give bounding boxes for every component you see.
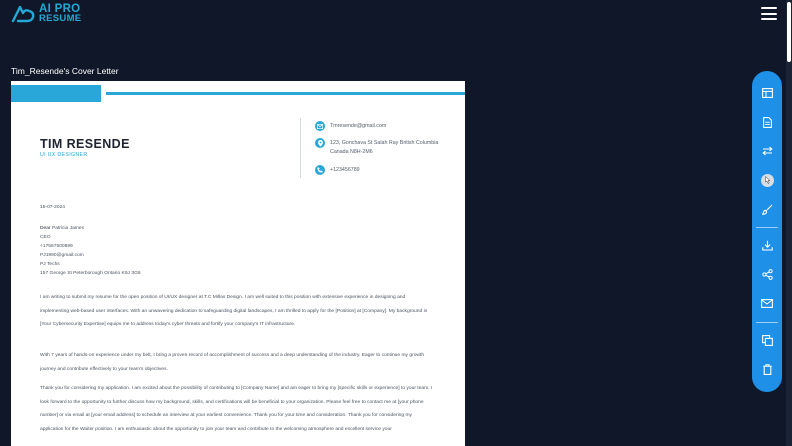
- location-icon: [315, 138, 325, 148]
- letter-paragraph-1: I am writing to submit my resume for the…: [40, 295, 428, 328]
- copy-icon[interactable]: [759, 332, 775, 348]
- recipient-name: Patricia James: [51, 226, 85, 231]
- swap-icon[interactable]: [759, 143, 775, 159]
- app-logo[interactable]: AI PRO RESUME: [10, 3, 81, 25]
- cover-letter-preview: TIM RESENDE UI UX DESIGNER Tmresende@gma…: [11, 81, 465, 446]
- menu-icon[interactable]: [761, 7, 777, 20]
- toolbar-divider: [756, 227, 778, 228]
- contact-email-text: Tmresende@gmail.com: [330, 123, 387, 129]
- layout-icon[interactable]: [759, 85, 775, 101]
- logo-text-line2: RESUME: [39, 13, 82, 24]
- recipient-title: CEO: [40, 235, 51, 240]
- header-divider: [300, 118, 301, 178]
- applicant-name: TIM RESENDE: [40, 137, 130, 151]
- brush-icon[interactable]: [759, 201, 775, 217]
- contact-phone-text: +123456789: [330, 167, 360, 173]
- phone-icon: [315, 165, 325, 175]
- recipient-address: 157 George St Peterborough Ontario K9J 3…: [40, 271, 141, 276]
- recipient-salutation: Dear Patricia James: [40, 224, 435, 233]
- contact-phone: +123456789: [315, 165, 440, 175]
- letter-paragraph-2: With 7 years of hands-on experience unde…: [40, 353, 425, 372]
- header-accent-block: [11, 85, 101, 102]
- document-icon[interactable]: [759, 114, 775, 130]
- contact-address: 123, Gonchava St Salah Ray British Colum…: [315, 138, 440, 157]
- document-title: Tim_Resende's Cover Letter: [11, 66, 119, 76]
- contact-address-text: 123, Gonchava St Salah Ray British Colum…: [330, 140, 439, 155]
- scrollbar-thumb[interactable]: [787, 2, 791, 62]
- logo-cloud-icon: [11, 5, 35, 23]
- salutation-prefix: Dear: [40, 226, 51, 231]
- email-icon[interactable]: [759, 295, 775, 311]
- delete-icon[interactable]: [759, 361, 775, 377]
- letter-paragraph-3: Thank you for considering my application…: [40, 386, 433, 433]
- applicant-role: UI UX DESIGNER: [40, 152, 88, 158]
- letter-date: 15-07-2024: [40, 205, 66, 210]
- recipient-email: PJ1990@gmail.com: [40, 253, 84, 258]
- download-icon[interactable]: [759, 237, 775, 253]
- recipient-company: PJ Techs: [40, 262, 60, 267]
- scrollbar-track[interactable]: [786, 0, 792, 446]
- color-swatch: [760, 173, 774, 187]
- recipient-block: Dear Patricia James CEO +17567500899 PJ1…: [40, 224, 435, 278]
- editor-toolbar: [752, 71, 782, 392]
- recipient-phone: +17567500899: [40, 244, 73, 249]
- header-accent-line: [106, 92, 465, 95]
- contact-email: Tmresende@gmail.com: [315, 121, 440, 131]
- email-icon: [315, 121, 325, 131]
- share-icon[interactable]: [759, 266, 775, 282]
- color-icon[interactable]: [759, 172, 775, 188]
- toolbar-divider: [756, 322, 778, 323]
